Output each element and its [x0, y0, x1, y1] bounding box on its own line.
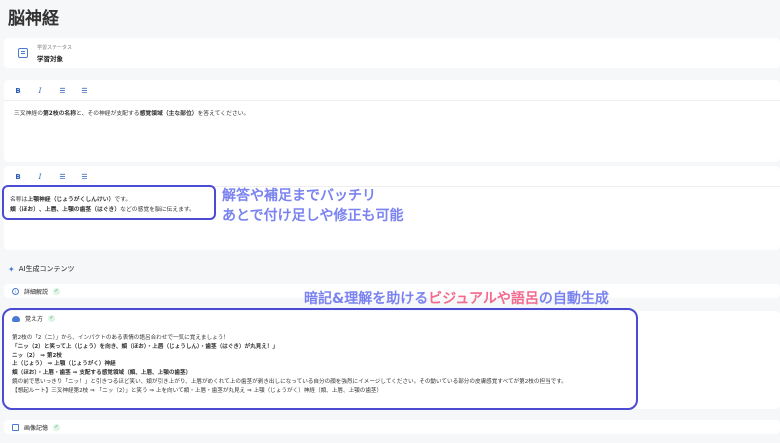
- memorize-line: 第2枝の「2（ニ）」から、インパクトのある表情の語呂合わせで一気に覚えましょう！: [12, 335, 229, 341]
- bold-button[interactable]: B: [12, 87, 24, 95]
- numbered-list-icon[interactable]: ☰: [78, 173, 90, 181]
- callout-answer-1: 解答や補足までバッチリ: [222, 188, 376, 204]
- ai-content-title: AI生成コンテンツ: [18, 265, 75, 273]
- memorize-line: ニッ（2） ⇒ 第2枝: [12, 352, 62, 359]
- document-icon: [18, 48, 28, 58]
- status-value: 学習対象: [37, 55, 63, 63]
- image-memory-title: 画像記憶: [24, 425, 49, 432]
- toolbar-divider: [4, 100, 780, 101]
- callout-generation: 暗記&理解を助けるビジュアルや語呂の自動生成: [304, 291, 609, 307]
- memorize-content: 第2枝の「2（ニ）」から、インパクトのある表情の語呂合わせで一気に覚えましょう！…: [12, 334, 567, 396]
- bullet-list-icon[interactable]: ☰: [56, 173, 68, 181]
- italic-button[interactable]: I: [34, 173, 46, 181]
- check-icon: ✓: [53, 424, 61, 431]
- details-title: 詳細解説: [24, 289, 49, 296]
- memorize-line: 上（じょう） ⇒ 上顎（じょうがく）神経: [12, 361, 116, 368]
- study-status-card[interactable]: 学習ステータス 学習対象: [4, 38, 780, 68]
- memorize-line: 鏡の前で思いっきり「ニッ！」と引きつるほど笑い、頬が引き上がり、上唇がめくれて上…: [12, 378, 567, 385]
- italic-button[interactable]: I: [34, 87, 46, 95]
- answer-toolbar: B I ☰ ☰: [12, 172, 90, 182]
- memorize-line: 「ニッ（2）と笑って上（じょう）を向き、頬（ほお）・上唇（じょうしん）・歯茎（は…: [12, 343, 279, 350]
- image-memory-card[interactable]: 画像記憶 ✓: [4, 420, 780, 434]
- question-toolbar: B I ☰ ☰: [12, 86, 90, 96]
- page-title: 脳神経: [8, 9, 59, 29]
- question-text[interactable]: 三叉神経の第2枝の名称と、その神経が支配する感覚領域（主な部位）を答えてください…: [14, 108, 249, 117]
- question-editor[interactable]: B I ☰ ☰ 三叉神経の第2枝の名称と、その神経が支配する感覚領域（主な部位）…: [4, 80, 780, 162]
- memorize-line: 頬（ほお）・上唇・歯茎 ⇒ 支配する感覚領域（頬、上唇、上顎の歯茎）: [12, 370, 192, 377]
- status-label: 学習ステータス: [37, 45, 73, 51]
- image-icon: [12, 424, 19, 431]
- sparkle-icon: ✦: [8, 264, 15, 274]
- ai-content-header: ✦ AI生成コンテンツ: [8, 264, 75, 274]
- info-icon: i: [12, 288, 19, 295]
- bold-button[interactable]: B: [12, 173, 24, 181]
- memorize-line: 【想起ルート】三叉神経第2枝 ⇒ 「ニッ（2）」と笑う ⇒ 上を向いて頬・上唇・…: [12, 387, 383, 394]
- answer-line-1[interactable]: 名称は上顎神経（じょうがくしんけい）です。: [10, 194, 131, 203]
- check-icon: ✓: [53, 288, 61, 295]
- answer-line-2[interactable]: 頬（ほお）、上唇、上顎の歯茎（はぐき）などの感覚を脳に伝えます。: [10, 204, 195, 213]
- bullet-list-icon[interactable]: ☰: [56, 87, 68, 95]
- numbered-list-icon[interactable]: ☰: [78, 87, 90, 95]
- callout-answer-2: あとで付け足しや修正も可能: [222, 208, 404, 224]
